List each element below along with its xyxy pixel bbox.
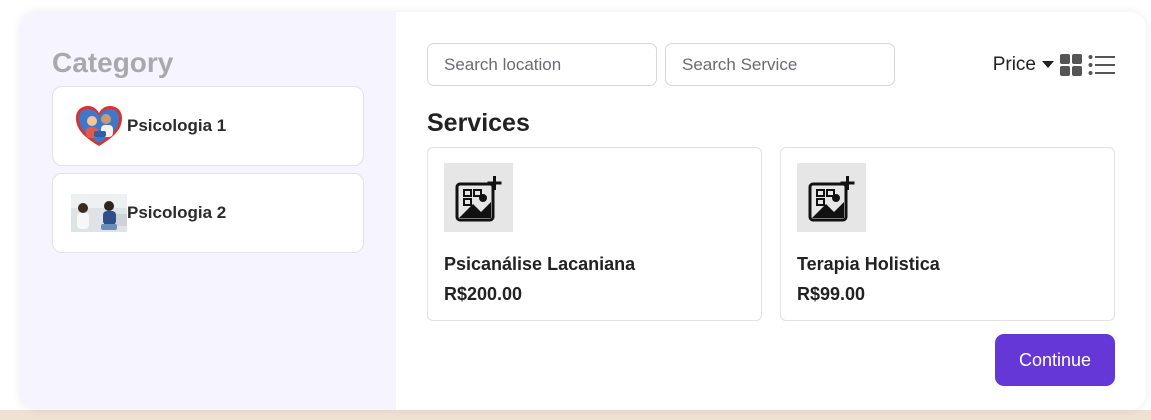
service-price: R$99.00 [797,284,866,304]
list-view-icon[interactable] [1088,54,1115,76]
service-price: R$200.00 [444,284,523,304]
price-sort-label: Price [992,53,1036,75]
category-item-psicologia-1[interactable]: Psicologia 1 [52,86,364,166]
category-photo-2 [71,191,127,235]
service-name: Terapia Holistica [797,254,940,274]
bottom-strip [0,410,1151,420]
services-title: Services [427,109,530,137]
continue-button[interactable]: Continue [995,334,1115,386]
service-card-psicanalise[interactable]: Psicanálise Lacaniana R$200.00 [427,147,762,321]
image-placeholder-icon [444,163,513,232]
price-sort-dropdown[interactable]: Price [993,54,1054,76]
caret-down-icon [1042,61,1054,68]
search-location-input[interactable] [427,43,657,86]
page: Category Psicologia 1 Psicologia 2 Searc… [0,0,1151,420]
grid-view-icon[interactable] [1060,53,1082,76]
view-tools: Price [993,53,1115,76]
filter-toolbar: Price [427,43,1115,86]
category-label: Psicologia 1 [127,116,227,135]
main-content: Price [396,12,1146,410]
image-placeholder-icon [797,163,866,232]
category-photo-1 [71,104,127,148]
service-card-terapia[interactable]: Terapia Holistica R$99.00 [780,147,1115,321]
services-list: Psicanálise Lacaniana R$200.00 Terapia H… [427,147,1115,321]
search-service-input[interactable] [665,43,895,86]
service-name: Psicanálise Lacaniana [444,254,636,274]
category-sidebar: Category Psicologia 1 Psicologia 2 [20,12,396,410]
sidebar-title: Category [52,47,174,78]
booking-card: Category Psicologia 1 Psicologia 2 Searc… [20,12,1146,410]
category-item-psicologia-2[interactable]: Psicologia 2 [52,173,364,253]
category-label: Psicologia 2 [127,203,227,222]
